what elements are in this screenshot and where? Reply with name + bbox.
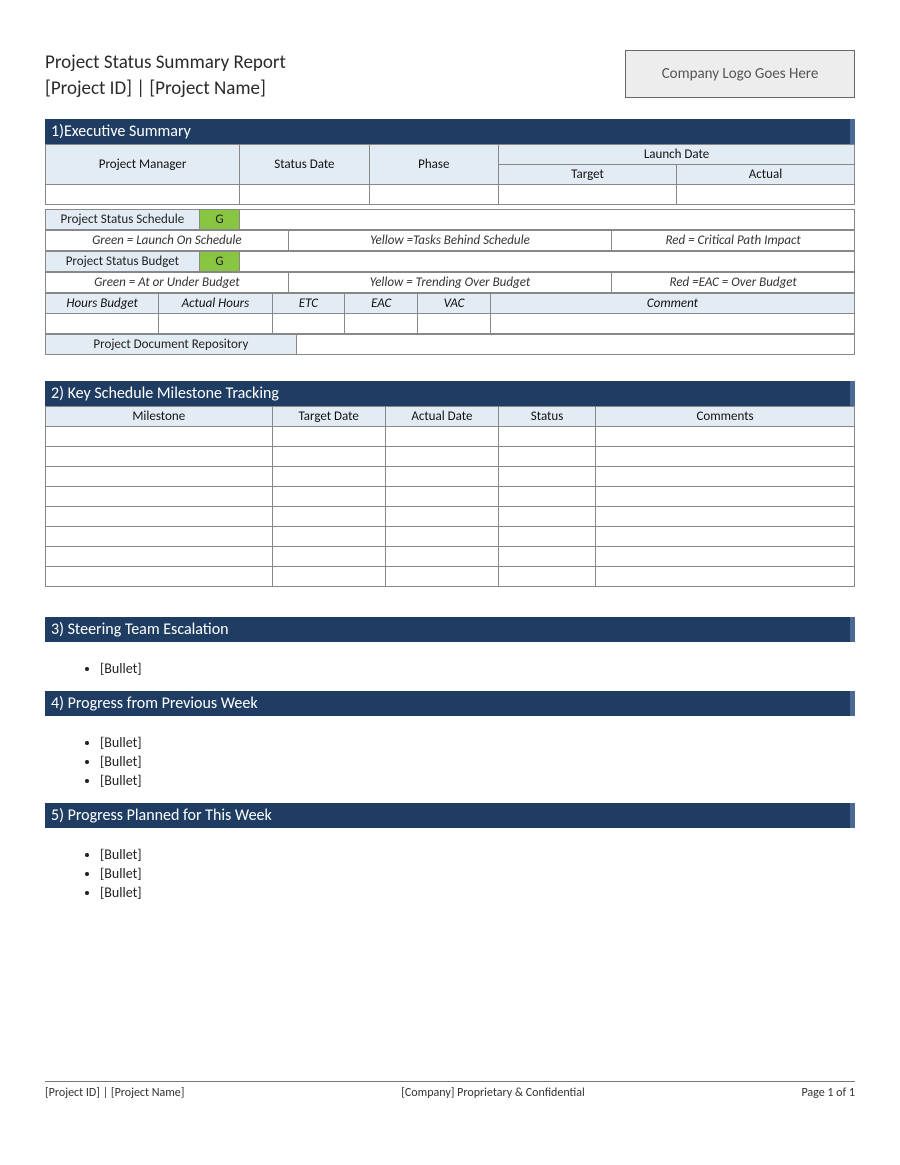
section-escalation: 3) Steering Team Escalation [45, 617, 855, 642]
budget-status-indicator: G [199, 252, 239, 272]
list-item: [Bullet] [100, 660, 855, 677]
schedule-status-note [240, 210, 855, 230]
cell-status-date [240, 185, 369, 205]
logo-placeholder: Company Logo Goes Here [625, 50, 855, 98]
list-item: [Bullet] [100, 884, 855, 901]
col-eac: EAC [345, 294, 418, 314]
section-progress-prev: 4) Progress from Previous Week [45, 691, 855, 716]
col-milestone: Milestone [46, 407, 273, 427]
col-comment: Comment [490, 294, 854, 314]
report-subtitle: [Project ID] | [Project Name] [45, 76, 286, 102]
col-status: Status [499, 407, 596, 427]
cell-target [499, 185, 677, 205]
schedule-label: Project Status Schedule [46, 210, 200, 230]
col-etc: ETC [272, 294, 345, 314]
progress-prev-bullets: [Bullet] [Bullet] [Bullet] [45, 734, 855, 789]
repo-table: Project Document Repository [45, 334, 855, 355]
col-actual-date: Actual Date [385, 407, 498, 427]
col-target-date: Target Date [272, 407, 385, 427]
legend-schedule-red: Red = Critical Path Impact [612, 231, 855, 251]
progress-plan-bullets: [Bullet] [Bullet] [Bullet] [45, 846, 855, 901]
footer-left: [Project ID] | [Project Name] [45, 1086, 184, 1100]
repo-label: Project Document Repository [46, 335, 297, 355]
table-row [46, 527, 855, 547]
table-row [46, 547, 855, 567]
col-hours-budget: Hours Budget [46, 294, 159, 314]
cell-actual [677, 185, 855, 205]
legend-budget-red: Red =EAC = Over Budget [612, 273, 855, 293]
section-exec-summary: 1)Executive Summary [45, 119, 855, 144]
budget-status-note [240, 252, 855, 272]
table-row [46, 487, 855, 507]
report-title: Project Status Summary Report [45, 50, 286, 76]
section-progress-plan: 5) Progress Planned for This Week [45, 803, 855, 828]
escalation-bullets: [Bullet] [45, 660, 855, 677]
legend-budget-green: Green = At or Under Budget [46, 273, 289, 293]
col-vac: VAC [418, 294, 491, 314]
footer-right: Page 1 of 1 [801, 1086, 855, 1100]
budget-label: Project Status Budget [46, 252, 200, 272]
col-target: Target [499, 165, 677, 185]
list-item: [Bullet] [100, 753, 855, 770]
table-row [46, 427, 855, 447]
schedule-status-table: Project Status Schedule G [45, 209, 855, 230]
col-actual-hours: Actual Hours [159, 294, 272, 314]
budget-status-table: Project Status Budget G [45, 251, 855, 272]
col-status-date: Status Date [240, 145, 369, 185]
col-launch-date: Launch Date [499, 145, 855, 165]
exec-header-table: Project Manager Status Date Phase Launch… [45, 144, 855, 205]
col-comments: Comments [596, 407, 855, 427]
legend-schedule-green: Green = Launch On Schedule [46, 231, 289, 251]
footer-center: [Company] Proprietary & Confidential [401, 1086, 585, 1100]
col-project-manager: Project Manager [46, 145, 240, 185]
col-actual: Actual [677, 165, 855, 185]
page-footer: [Project ID] | [Project Name] [Company] … [45, 1081, 855, 1100]
cell-phase [369, 185, 498, 205]
repo-value [296, 335, 854, 355]
milestone-table: Milestone Target Date Actual Date Status… [45, 406, 855, 587]
list-item: [Bullet] [100, 772, 855, 789]
schedule-status-indicator: G [199, 210, 239, 230]
cell-pm [46, 185, 240, 205]
report-title-block: Project Status Summary Report [Project I… [45, 50, 286, 101]
schedule-legend: Green = Launch On Schedule Yellow =Tasks… [45, 230, 855, 251]
table-row [46, 467, 855, 487]
col-phase: Phase [369, 145, 498, 185]
list-item: [Bullet] [100, 865, 855, 882]
legend-budget-yellow: Yellow = Trending Over Budget [288, 273, 612, 293]
legend-schedule-yellow: Yellow =Tasks Behind Schedule [288, 231, 612, 251]
list-item: [Bullet] [100, 846, 855, 863]
table-row [46, 507, 855, 527]
hours-table: Hours Budget Actual Hours ETC EAC VAC Co… [45, 293, 855, 334]
table-row [46, 567, 855, 587]
table-row [46, 447, 855, 467]
list-item: [Bullet] [100, 734, 855, 751]
budget-legend: Green = At or Under Budget Yellow = Tren… [45, 272, 855, 293]
section-milestone: 2) Key Schedule Milestone Tracking [45, 381, 855, 406]
